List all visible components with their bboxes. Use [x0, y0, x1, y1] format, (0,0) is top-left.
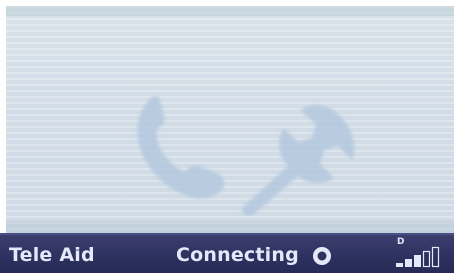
signal-bar-5 — [431, 246, 440, 268]
signal-bars-icon — [396, 246, 440, 268]
tele-aid-screen: Tele Aid Connecting D — [0, 0, 454, 273]
radio-button-icon — [313, 247, 331, 265]
service-label: Tele Aid — [9, 244, 95, 266]
phone-handset-icon — [137, 95, 225, 199]
wrench-icon — [242, 105, 355, 216]
signal-bar-1 — [396, 263, 403, 267]
signal-strength-indicator: D — [395, 237, 451, 271]
watermark-icons — [137, 95, 355, 216]
signal-bar-3 — [414, 255, 421, 267]
connection-status: Connecting — [176, 244, 299, 266]
status-bar: Tele Aid Connecting D — [0, 233, 454, 273]
signal-bar-2 — [405, 259, 412, 267]
display-area — [6, 6, 454, 233]
signal-bar-4 — [422, 250, 431, 268]
